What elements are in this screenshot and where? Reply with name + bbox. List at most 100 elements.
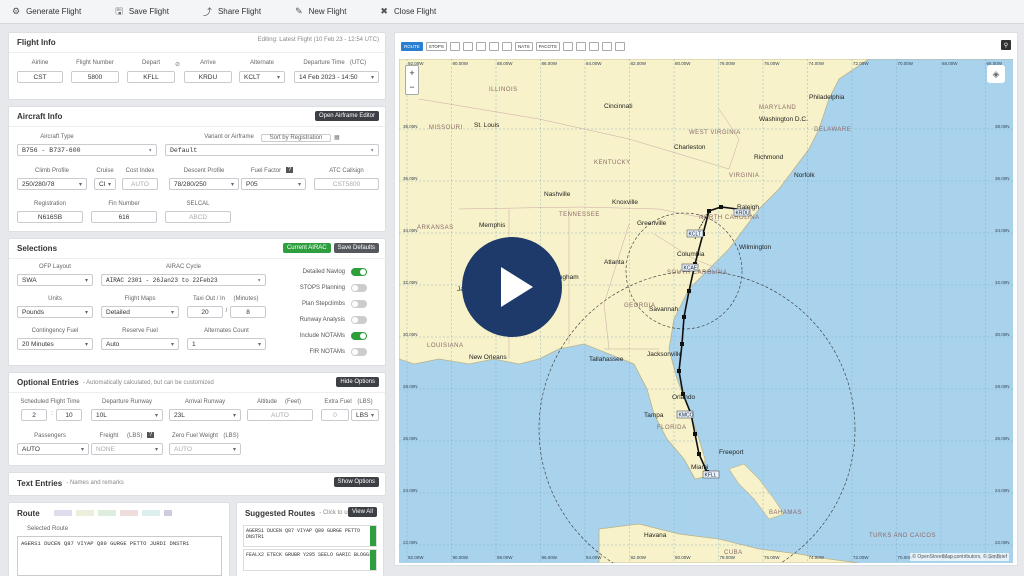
use-route-indicator[interactable] (369, 526, 376, 546)
lon-label: 72.00W (853, 555, 869, 560)
map-tool-button[interactable] (475, 41, 486, 51)
close-flight-button[interactable]: ✖ Close Flight (380, 6, 436, 17)
ofp-layout-select[interactable]: SWA (17, 274, 93, 286)
alternates-count-select[interactable]: 1 (187, 338, 266, 350)
airport-marker[interactable]: KCAE (681, 263, 699, 271)
source-logo-5[interactable] (141, 510, 160, 516)
show-options-button[interactable]: Show Options (333, 477, 379, 487)
freight-select[interactable]: NONE (91, 443, 163, 455)
aircraft-type-select[interactable]: B756 - B737-600 (17, 144, 157, 156)
atc-callsign-input[interactable]: CST5800 (314, 178, 379, 190)
taxi-out-input[interactable]: 20 (187, 306, 223, 318)
airport-marker[interactable]: KMCO (676, 410, 694, 418)
cruise-label: Cruise (96, 168, 114, 174)
airport-marker[interactable]: KFLL (702, 470, 720, 478)
variant-select[interactable]: Default (165, 144, 379, 156)
airline-input[interactable]: CST (17, 71, 63, 83)
contingency-select[interactable]: 20 Minutes (17, 338, 93, 350)
passengers-select[interactable]: AUTO (17, 443, 89, 455)
zfw-label: Zero Fuel Weight (172, 433, 218, 439)
view-all-button[interactable]: View All (348, 507, 377, 517)
use-route-indicator[interactable] (369, 550, 376, 570)
flight-number-input[interactable]: 5800 (71, 71, 119, 83)
sort-select[interactable]: Sort by Registration (261, 134, 331, 142)
extra-fuel-unit-select[interactable]: LBS (351, 409, 379, 421)
units-select[interactable]: Pounds (17, 306, 93, 318)
dep-runway-select[interactable]: 10L (91, 409, 163, 421)
map-tool-button[interactable] (601, 41, 612, 51)
hide-options-button[interactable]: Hide Options (336, 377, 379, 387)
descent-profile-select[interactable]: 78/280/250 (169, 178, 239, 190)
source-logo-3[interactable] (97, 510, 116, 516)
reserve-select[interactable]: Auto (101, 338, 179, 350)
route-textarea[interactable]: AGERS1 DUCEN Q87 VIYAP Q89 GURGE PETTO J… (17, 536, 222, 576)
altitude-input[interactable]: AUTO (247, 409, 313, 421)
toggle-switch[interactable] (351, 268, 367, 276)
map-search-icon[interactable]: ⚲ (1001, 40, 1011, 50)
map-tool-button[interactable] (449, 41, 460, 51)
place-label: WEST VIRGINIA (689, 130, 741, 136)
cost-index-input[interactable]: AUTO (122, 178, 158, 190)
current-airac-button[interactable]: Current AIRAC (282, 243, 331, 253)
lon-label: 84.00W (586, 61, 602, 66)
extra-fuel-label: Extra Fuel (324, 399, 352, 405)
zoom-control[interactable]: + − (405, 65, 419, 95)
registration-input[interactable]: N616SB (17, 211, 83, 223)
save-defaults-button[interactable]: Save Defaults (333, 243, 379, 253)
sched-hours-input[interactable]: 2 (21, 409, 47, 421)
extra-fuel-input[interactable]: 0 (321, 409, 349, 421)
depart-input[interactable]: KFLL (127, 71, 175, 83)
source-logo-1[interactable] (53, 510, 72, 516)
swap-icon[interactable]: ⊘ (175, 61, 180, 68)
airac-cycle-select[interactable]: AIRAC 2301 - 26Jan23 to 22Feb23 (101, 274, 266, 286)
sched-minutes-input[interactable]: 10 (56, 409, 82, 421)
zoom-out-icon[interactable]: − (409, 82, 414, 92)
suggested-route-item[interactable]: AGERS1 DUCEN Q87 VIYAP Q89 GURGE PETTO D… (242, 525, 377, 547)
map-tool-button[interactable] (488, 41, 499, 51)
flight-maps-select[interactable]: Detailed (101, 306, 179, 318)
share-flight-button[interactable]: ⤴ Share Flight (203, 5, 261, 18)
arr-runway-select[interactable]: 23L (169, 409, 241, 421)
map-tool-button[interactable] (562, 41, 573, 51)
map-tool-button[interactable]: PACOTS (535, 41, 560, 51)
arrive-input[interactable]: KRDU (184, 71, 232, 83)
source-logo-6[interactable] (163, 510, 172, 516)
map-tool-button[interactable]: STOPS (425, 41, 447, 51)
help-icon[interactable]: ? (286, 167, 294, 173)
map-tool-button[interactable] (614, 41, 625, 51)
map-tool-button[interactable] (462, 41, 473, 51)
new-flight-button[interactable]: ✎ New Flight (295, 6, 346, 17)
suggested-route-item[interactable]: FEALX2 ETECK GRUBR Y295 SEELO GARIC BLOG… (242, 549, 377, 571)
taxi-in-input[interactable]: 8 (230, 306, 266, 318)
open-airframe-editor-button[interactable]: Open Airframe Editor (314, 111, 379, 121)
alternate-select[interactable]: KCLT (239, 71, 285, 83)
map-tool-button[interactable]: NATS (514, 41, 533, 51)
source-logo-2[interactable] (75, 510, 94, 516)
freight-help-icon[interactable]: ? (147, 432, 155, 438)
map-tool-button[interactable] (575, 41, 586, 51)
toggle-switch[interactable] (351, 332, 367, 340)
map-tool-button[interactable] (501, 41, 512, 51)
fuel-factor-select[interactable]: P05 (241, 178, 306, 190)
calendar-icon[interactable]: ▦ (334, 134, 340, 141)
departure-time-input[interactable]: 14 Feb 2023 - 14:50 (294, 71, 379, 83)
selcal-input[interactable]: ABCD (165, 211, 231, 223)
map-tool-button[interactable] (588, 41, 599, 51)
toggle-switch[interactable] (351, 300, 367, 308)
toggle-switch[interactable] (351, 284, 367, 292)
zoom-in-icon[interactable]: + (409, 68, 414, 78)
zfw-select[interactable]: AUTO (169, 443, 241, 455)
layers-icon[interactable]: ◈ (987, 65, 1005, 83)
map-tool-button[interactable]: ROUTE (401, 41, 423, 51)
save-flight-button[interactable]: 🖫 Save Flight (115, 4, 169, 20)
toggle-switch[interactable] (351, 316, 367, 324)
generate-flight-button[interactable]: ⚙ Generate Flight (12, 6, 81, 17)
video-play-button[interactable] (462, 237, 562, 337)
airport-marker[interactable]: KCLT (686, 229, 704, 237)
cruise-select[interactable]: CI (94, 178, 116, 190)
source-logo-4[interactable] (119, 510, 138, 516)
airport-marker[interactable]: KRDU (733, 208, 751, 216)
fin-number-input[interactable]: 616 (91, 211, 157, 223)
climb-profile-select[interactable]: 250/280/78 (17, 178, 87, 190)
toggle-switch[interactable] (351, 348, 367, 356)
